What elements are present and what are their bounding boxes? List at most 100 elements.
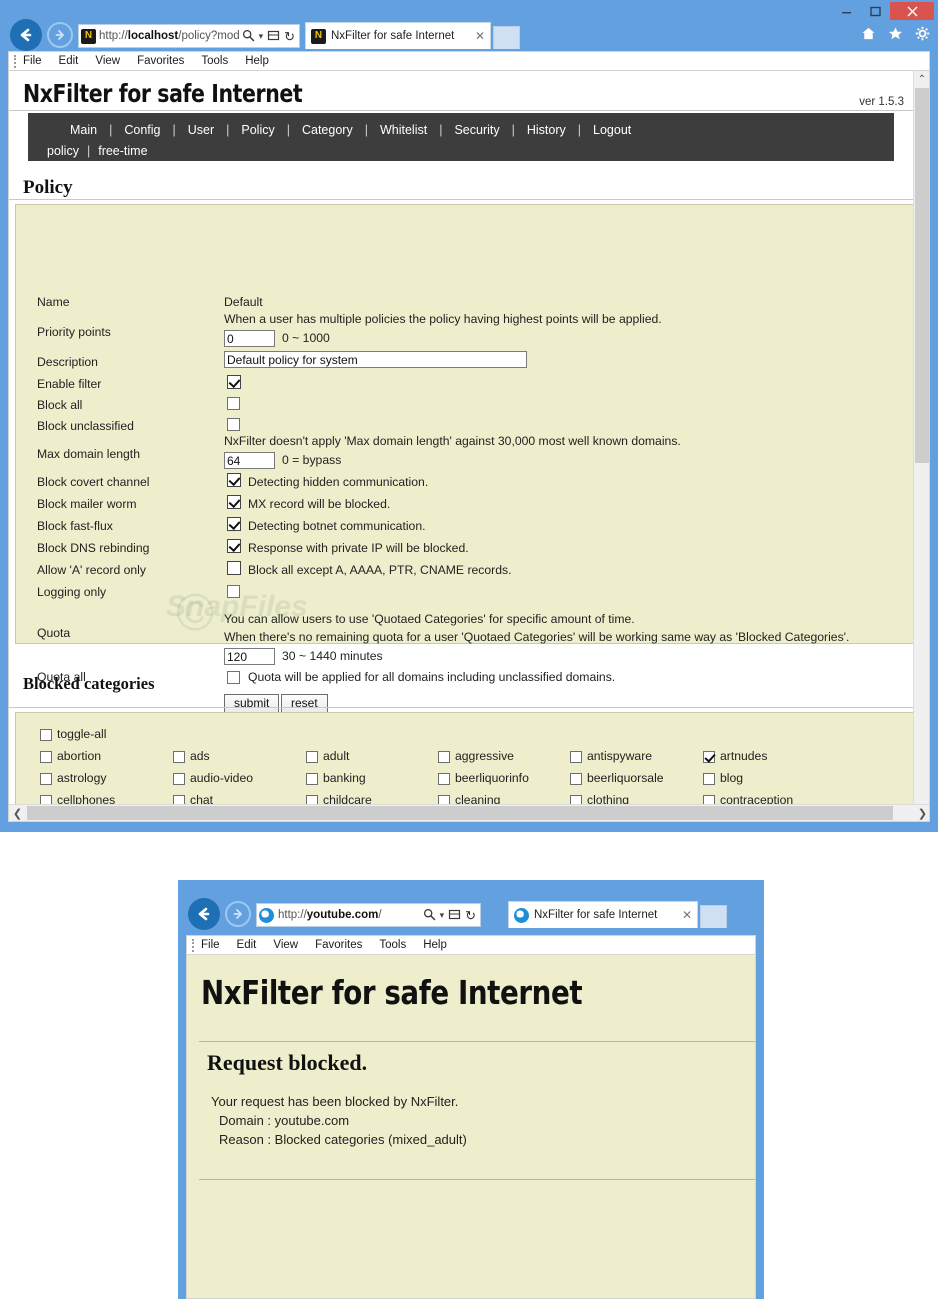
category-checkbox[interactable]	[173, 773, 185, 785]
search-icon[interactable]	[423, 908, 436, 923]
tab-nxfilter[interactable]: N NxFilter for safe Internet ✕	[305, 22, 491, 49]
forward-button[interactable]	[47, 22, 73, 48]
quota-input[interactable]: 120	[224, 648, 275, 665]
nav-history[interactable]: History	[515, 123, 578, 137]
nav-security[interactable]: Security	[442, 123, 511, 137]
max-domain-length-input[interactable]: 64	[224, 452, 275, 469]
close-button[interactable]	[890, 2, 934, 20]
tab-label: NxFilter for safe Internet	[331, 30, 455, 42]
vertical-scrollbar[interactable]: ⌃ ⌄	[913, 71, 929, 821]
category-checkbox[interactable]	[40, 773, 52, 785]
reset-button[interactable]: reset	[281, 694, 328, 713]
category-checkbox-artnudes[interactable]	[703, 751, 715, 763]
label-block-all: Block all	[37, 398, 83, 412]
hint-priority-range: 0 ~ 1000	[282, 331, 330, 345]
block-fast-flux-checkbox[interactable]	[227, 517, 241, 531]
new-tab-button[interactable]	[700, 905, 727, 928]
menu-file[interactable]: File	[23, 55, 42, 67]
policy-form-panel: © SnapFiles Name Default Priority points…	[15, 204, 914, 713]
chevron-down-icon[interactable]: ▾	[259, 31, 264, 41]
menu-favorites[interactable]: Favorites	[315, 939, 362, 951]
block-covert-channel-checkbox[interactable]	[227, 473, 241, 487]
label-allow-a-record-only: Allow 'A' record only	[37, 563, 146, 577]
address-bar[interactable]: e http://youtube.com/ ▾ ↻	[256, 903, 481, 927]
nav-logout[interactable]: Logout	[581, 123, 643, 137]
menu-help[interactable]: Help	[245, 55, 269, 67]
refresh-icon[interactable]: ↻	[465, 909, 476, 922]
horizontal-scroll-thumb[interactable]	[27, 806, 893, 820]
category-label: ads	[190, 749, 210, 763]
back-button[interactable]	[10, 19, 42, 51]
version-label: ver 1.5.3	[859, 96, 904, 108]
menu-help[interactable]: Help	[423, 939, 447, 951]
quota-all-checkbox[interactable]	[227, 671, 240, 684]
text-block-fast-flux: Detecting botnet communication.	[248, 519, 426, 533]
nav-main[interactable]: Main	[58, 123, 109, 137]
close-icon[interactable]: ✕	[682, 908, 692, 922]
scroll-left-arrow[interactable]: ❮	[9, 805, 26, 821]
minimize-button[interactable]	[832, 2, 861, 20]
description-input[interactable]: Default policy for system	[224, 351, 527, 368]
priority-points-input[interactable]: 0	[224, 330, 275, 347]
menu-view[interactable]: View	[273, 939, 298, 951]
allow-a-record-only-checkbox[interactable]	[227, 561, 241, 575]
chevron-down-icon[interactable]: ▾	[440, 910, 445, 920]
menu-file[interactable]: File	[201, 939, 220, 951]
nav-whitelist[interactable]: Whitelist	[368, 123, 439, 137]
menu-favorites[interactable]: Favorites	[137, 55, 184, 67]
nav-config[interactable]: Config	[112, 123, 172, 137]
block-unclassified-checkbox[interactable]	[227, 418, 240, 431]
scroll-right-arrow[interactable]: ❯	[914, 805, 929, 821]
tab-nxfilter[interactable]: e NxFilter for safe Internet ✕	[508, 901, 698, 928]
block-all-checkbox[interactable]	[227, 397, 240, 410]
subnav-policy[interactable]: policy	[39, 144, 87, 158]
scroll-up-arrow[interactable]: ⌃	[914, 71, 929, 88]
vertical-scroll-thumb[interactable]	[915, 88, 929, 463]
refresh-icon[interactable]: ↻	[284, 30, 295, 43]
compatibility-view-icon[interactable]	[267, 29, 280, 44]
submit-button[interactable]: submit	[224, 694, 280, 713]
nav-policy[interactable]: Policy	[229, 123, 286, 137]
category-checkbox[interactable]	[438, 773, 450, 785]
enable-filter-checkbox[interactable]	[227, 375, 241, 389]
back-button[interactable]	[188, 898, 220, 930]
new-tab-button[interactable]	[493, 26, 520, 49]
category-checkbox[interactable]	[306, 751, 318, 763]
category-checkbox[interactable]	[40, 751, 52, 763]
category-checkbox[interactable]	[306, 773, 318, 785]
nav-category[interactable]: Category	[290, 123, 365, 137]
menu-edit[interactable]: Edit	[237, 939, 257, 951]
category-checkbox[interactable]	[438, 751, 450, 763]
tab-favicon: N	[311, 28, 326, 44]
text-block-dns-rebinding: Response with private IP will be blocked…	[248, 541, 469, 555]
category-checkbox[interactable]	[570, 773, 582, 785]
block-dns-rebinding-checkbox[interactable]	[227, 539, 241, 553]
category-checkbox[interactable]	[570, 751, 582, 763]
category-checkbox[interactable]	[703, 773, 715, 785]
gear-icon[interactable]	[915, 26, 930, 46]
nav-user[interactable]: User	[176, 123, 226, 137]
horizontal-scrollbar[interactable]: ❮ ❯	[9, 804, 929, 821]
logging-only-checkbox[interactable]	[227, 585, 240, 598]
search-icon[interactable]	[242, 29, 255, 44]
address-bar[interactable]: N http://localhost/policy?mod ▾ ↻	[78, 24, 300, 48]
block-mailer-worm-checkbox[interactable]	[227, 495, 241, 509]
category-checkbox[interactable]	[173, 751, 185, 763]
menu-tools[interactable]: Tools	[201, 55, 228, 67]
subnav-free-time[interactable]: free-time	[90, 144, 155, 158]
label-block-fast-flux: Block fast-flux	[37, 519, 113, 533]
menu-tools[interactable]: Tools	[379, 939, 406, 951]
close-icon[interactable]: ✕	[475, 29, 485, 43]
menu-view[interactable]: View	[95, 55, 120, 67]
home-icon[interactable]	[861, 26, 876, 46]
browser-window-blocked: e http://youtube.com/ ▾ ↻ e NxFilter for…	[178, 880, 764, 1299]
compatibility-view-icon[interactable]	[448, 908, 461, 923]
favorites-star-icon[interactable]	[888, 26, 903, 46]
note-quota-2: When there's no remaining quota for a us…	[224, 630, 850, 644]
menu-edit[interactable]: Edit	[59, 55, 79, 67]
maximize-button[interactable]	[861, 2, 890, 20]
blocked-heading: Request blocked.	[207, 1050, 368, 1075]
toggle-all-checkbox[interactable]	[40, 729, 52, 741]
category-label: beerliquorsale	[587, 771, 664, 785]
forward-button[interactable]	[225, 901, 251, 927]
